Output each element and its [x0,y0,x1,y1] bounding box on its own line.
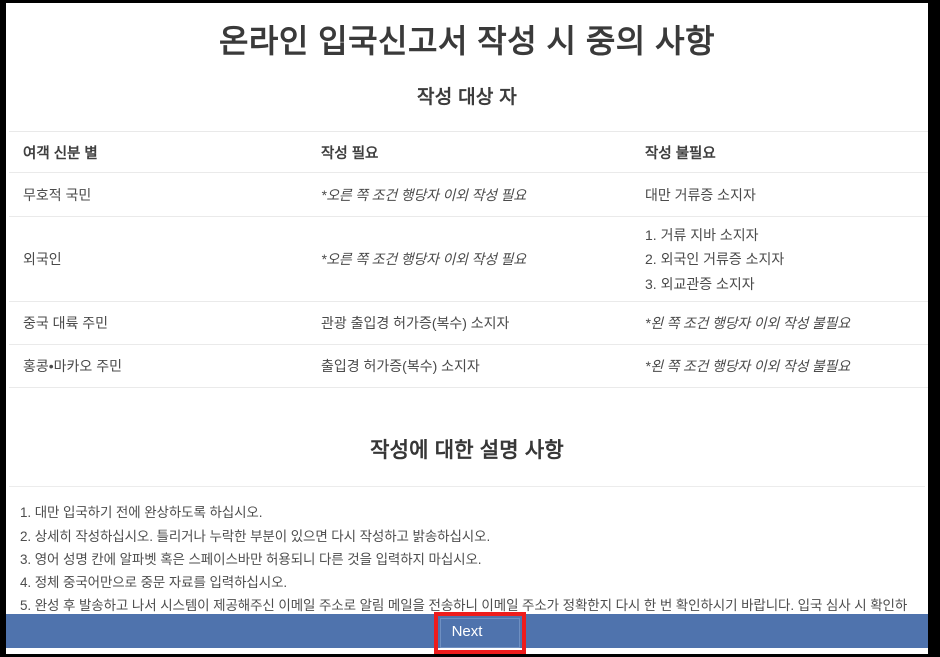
cell-required: 관광 출입경 허가증(복수) 소지자 [317,301,641,346]
table-header: 여객 신분 별 작성 필요 작성 불필요 [9,131,928,174]
list-item: 3. 영어 성명 칸에 알파벳 혹은 스페이스바만 허용되니 다른 것을 입력하… [20,551,482,567]
section-heading-instructions: 작성에 대한 설명 사항 [370,439,564,463]
cell-not-required: 대만 거류증 소지자 [641,172,928,218]
not-required-conditions-list: 1. 거류 지바 소지자 2. 외국인 거류증 소지자 3. 외교관증 소지자 [645,223,928,297]
page-content: 온라인 입국신고서 작성 시 중의 사항 작성 대상 자 여객 신분 별 작성 … [6,3,928,654]
column-header-required: 작성 필요 [317,131,641,174]
page-title: 온라인 입국신고서 작성 시 중의 사항 [218,23,716,59]
table-row: 외국인 *오른 쪽 조건 행당자 이외 작성 필요 1. 거류 지바 소지자 2… [9,216,928,303]
table-row: 중국 대륙 주민 관광 출입경 허가증(복수) 소지자 *왼 쪽 조건 행당자 … [9,301,928,346]
section-subtitle-target-audience: 작성 대상 자 [416,87,518,109]
table-row: 홍콩•마카오 주민 출입경 허가증(복수) 소지자 *왼 쪽 조건 행당자 이외… [9,344,928,389]
table-header-row: 여객 신분 별 작성 필요 작성 불필요 [9,131,928,174]
list-item: 4. 정체 중국어만으로 중문 자료를 입력하십시오. [20,575,288,591]
list-item: 2. 외국인 거류증 소지자 [645,251,785,268]
cell-required: *오른 쪽 조건 행당자 이외 작성 필요 [317,172,641,218]
bottom-action-bar: Next [6,614,928,648]
eligibility-table: 여객 신분 별 작성 필요 작성 불필요 무호적 국민 *오른 쪽 조건 행당자… [9,131,928,389]
screenshot-root: 온라인 입국신고서 작성 시 중의 사항 작성 대상 자 여객 신분 별 작성 … [0,0,940,657]
cell-passenger-type: 홍콩•마카오 주민 [9,344,317,389]
cell-not-required: 1. 거류 지바 소지자 2. 외국인 거류증 소지자 3. 외교관증 소지자 [641,216,928,303]
list-item: 1. 대만 입국하기 전에 완상하도록 하십시오. [20,505,263,521]
cell-not-required: *왼 쪽 조건 행당자 이외 작성 불필요 [641,301,928,346]
next-button[interactable]: Next [430,621,504,642]
list-item: 2. 상세히 작성하십시오. 틀리거나 누락한 부분이 있으면 다시 작성하고 … [20,528,491,544]
cell-passenger-type: 중국 대륙 주민 [9,301,317,346]
table-body: 무호적 국민 *오른 쪽 조건 행당자 이외 작성 필요 대만 거류증 소지자 … [9,172,928,389]
column-header-not-required: 작성 불필요 [641,131,928,174]
cell-not-required: *왼 쪽 조건 행당자 이외 작성 불필요 [641,344,928,389]
cell-required: *오른 쪽 조건 행당자 이외 작성 필요 [317,216,641,303]
table-row: 무호적 국민 *오른 쪽 조건 행당자 이외 작성 필요 대만 거류증 소지자 [9,172,928,218]
column-header-passenger-type: 여객 신분 별 [9,131,317,174]
cell-passenger-type: 무호적 국민 [9,172,317,218]
list-item: 1. 거류 지바 소지자 [645,226,759,243]
list-item: 3. 외교관증 소지자 [645,275,755,292]
cell-passenger-type: 외국인 [9,216,317,303]
cell-required: 출입경 허가증(복수) 소지자 [317,344,641,389]
